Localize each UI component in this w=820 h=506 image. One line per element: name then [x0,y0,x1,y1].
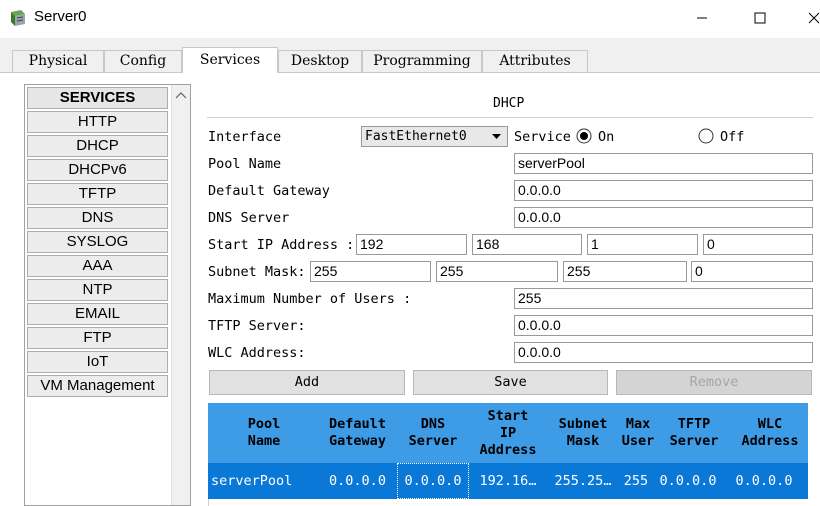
service-ntp[interactable]: NTP [27,279,168,301]
service-tftp[interactable]: TFTP [27,183,168,205]
cell-pool-name: serverPool [211,473,293,489]
service-on-radio[interactable] [576,128,592,144]
col-default-gateway[interactable]: Default Gateway [320,403,395,463]
dhcp-title: DHCP [493,96,525,111]
minimize-button[interactable] [688,6,716,30]
max-users-field[interactable]: 255 [514,288,813,309]
minimize-icon [697,17,707,19]
services-list: SERVICES HTTP DHCP DHCPv6 TFTP DNS SYSLO… [27,87,168,399]
subnet-octet-3[interactable]: 255 [563,261,687,282]
dns-server-label: DNS Server [208,210,290,226]
col-tftp-server[interactable]: TFTP Server [656,403,732,463]
max-users-label: Maximum Number of Users : [208,291,412,307]
gateway-label: Default Gateway [208,183,330,199]
services-panel: SERVICES HTTP DHCP DHCPv6 TFTP DNS SYSLO… [24,84,191,506]
tab-desktop[interactable]: Desktop [278,50,362,72]
col-subnet-mask[interactable]: Subnet Mask [546,403,620,463]
pool-name-label: Pool Name [208,156,282,172]
col-start-ip[interactable]: Start IP Address [472,403,544,463]
window-title: Server0 [34,8,87,25]
col-pool-name[interactable]: Pool Name [208,403,320,463]
tab-services[interactable]: Services [182,47,278,73]
start-ip-octet-3[interactable]: 1 [587,234,698,255]
cell-max-users: 255 [623,473,649,489]
service-off-radio[interactable] [698,128,714,144]
remove-button[interactable]: Remove [616,370,812,395]
service-vm-management[interactable]: VM Management [27,375,168,397]
tab-physical[interactable]: Physical [12,50,104,72]
add-button[interactable]: Add [209,370,405,395]
wlc-address-label: WLC Address: [208,345,306,361]
tab-attributes[interactable]: Attributes [482,50,588,72]
tftp-server-field[interactable]: 0.0.0.0 [514,315,813,336]
pool-table-header: Pool Name Default Gateway DNS Server Start I… [208,403,808,463]
subnet-mask-label: Subnet Mask: [208,264,306,280]
cell-start-ip: 192.16… [479,473,537,489]
service-dhcpv6[interactable]: DHCPv6 [27,159,168,181]
interface-label: Interface [208,129,282,145]
start-ip-octet-2[interactable]: 168 [472,234,582,255]
start-ip-octet-1[interactable]: 192 [356,234,467,255]
services-scrollbar[interactable] [171,85,190,505]
chevron-down-icon [492,134,501,139]
service-iot[interactable]: IoT [27,351,168,373]
scroll-up-icon[interactable] [175,91,187,99]
maximize-button[interactable] [746,6,774,30]
maximize-icon [754,12,766,24]
subnet-octet-2[interactable]: 255 [436,261,558,282]
col-wlc-address[interactable]: WLC Address [732,403,808,463]
cell-wlc-address: 0.0.0.0 [735,473,793,489]
tab-programming[interactable]: Programming [362,50,482,72]
col-dns-server[interactable]: DNS Server [398,403,468,463]
cell-subnet-mask: 255.25… [554,473,612,489]
service-ftp[interactable]: FTP [27,327,168,349]
service-http[interactable]: HTTP [27,111,168,133]
cell-dns-server: 0.0.0.0 [397,463,469,499]
pool-name-field[interactable]: serverPool [514,153,813,174]
subnet-octet-1[interactable]: 255 [310,261,431,282]
service-aaa[interactable]: AAA [27,255,168,277]
wlc-address-field[interactable]: 0.0.0.0 [514,342,813,363]
close-icon [808,12,820,24]
start-ip-octet-4[interactable]: 0 [703,234,813,255]
col-max-users[interactable]: Max User [622,403,654,463]
title-divider [207,117,813,118]
service-on-label: On [598,129,615,145]
interface-value: FastEthernet0 [365,129,467,144]
service-label: Service [514,129,571,145]
tab-config[interactable]: Config [104,50,182,72]
title-bar: Server0 [0,0,820,38]
service-off-label: Off [720,129,745,145]
close-button[interactable] [800,6,820,30]
service-dhcp[interactable]: DHCP [27,135,168,157]
service-email[interactable]: EMAIL [27,303,168,325]
service-syslog[interactable]: SYSLOG [27,231,168,253]
subnet-octet-4[interactable]: 0 [691,261,813,282]
cell-tftp-server: 0.0.0.0 [659,473,717,489]
table-row[interactable]: serverPool 0.0.0.0 0.0.0.0 192.16… 255.2… [208,463,808,499]
start-ip-label: Start IP Address : [208,237,355,253]
service-dns[interactable]: DNS [27,207,168,229]
gateway-field[interactable]: 0.0.0.0 [514,180,813,201]
interface-select[interactable]: FastEthernet0 [361,126,508,147]
services-header: SERVICES [27,87,168,109]
dns-server-field[interactable]: 0.0.0.0 [514,207,813,228]
cell-default-gateway: 0.0.0.0 [329,473,386,489]
save-button[interactable]: Save [413,370,608,395]
tab-strip: Physical Config Services Desktop Program… [0,38,820,73]
server-app-icon [11,10,25,26]
tftp-server-label: TFTP Server: [208,318,306,334]
